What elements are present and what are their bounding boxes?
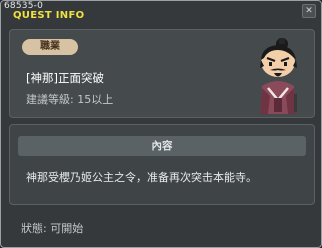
close-button[interactable]: ✕ [302, 4, 316, 18]
quest-name: [神那]正面突破 [26, 71, 104, 85]
npc-portrait-icon [260, 38, 297, 114]
recommended-level: 建議等級: 15以上 [26, 93, 114, 106]
window-title: QUEST INFO [13, 10, 85, 21]
quest-content-panel: 內容 神那受櫻乃姬公主之令，准备再次突击本能寺。 [9, 124, 315, 205]
content-header: 內容 [18, 136, 306, 156]
quest-status: 狀態: 可開始 [21, 222, 84, 235]
job-badge: 職業 [22, 39, 78, 55]
quest-description: 神那受櫻乃姬公主之令，准备再次突击本能寺。 [26, 171, 257, 184]
quest-summary-panel: 職業 [神那]正面突破 建議等級: 15以上 [9, 29, 315, 118]
quest-info-window: 68535-0 QUEST INFO ✕ 職業 [神那]正面突破 建議等級: 1… [0, 0, 322, 248]
